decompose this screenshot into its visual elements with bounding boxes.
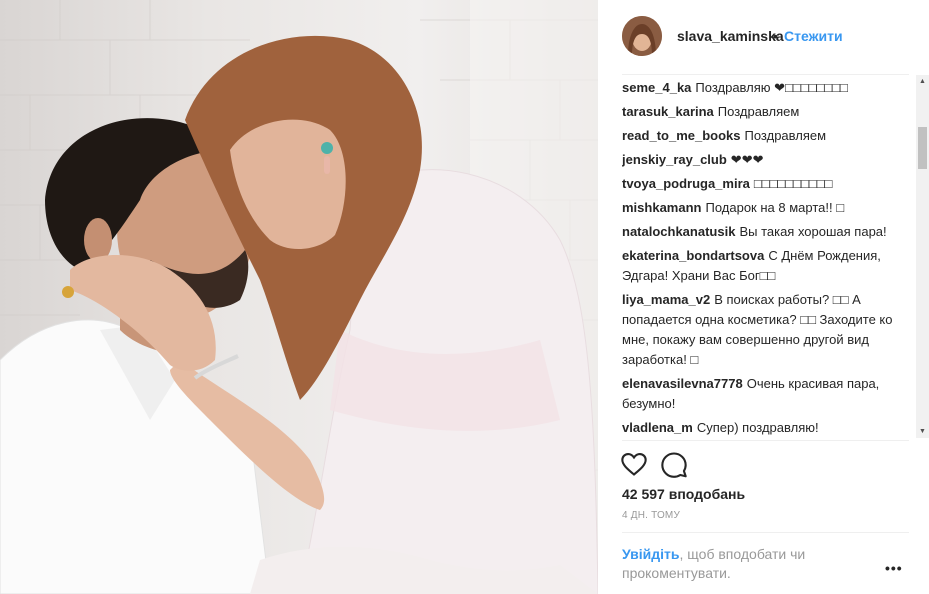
comment-item: natalochkanatusik Вы такая хорошая пара!	[622, 222, 912, 242]
divider	[622, 532, 909, 533]
comment-username[interactable]: natalochkanatusik	[622, 224, 735, 239]
post-photo[interactable]	[0, 0, 598, 594]
comment-item: mishkamann Подарок на 8 марта!! □	[622, 198, 912, 218]
comment-item: jenskiy_ray_club ❤❤❤	[622, 150, 912, 170]
comment-item: elenavasilevna7778 Очень красивая пара, б…	[622, 374, 912, 414]
comment-text: □□□□□□□□□□	[753, 176, 833, 191]
comment-username[interactable]: ekaterina_bondartsova	[622, 248, 764, 263]
comment-username[interactable]: mishkamann	[622, 200, 701, 215]
username-link[interactable]: slava_kaminska	[677, 28, 784, 44]
instagram-post: slava_kaminska • Стежити seme_4_ka Поздра…	[0, 0, 929, 594]
comment-username[interactable]: liya_mama_v2	[622, 292, 710, 307]
comment-text: ❤❤❤	[730, 152, 764, 167]
avatar-image	[622, 16, 662, 56]
comment-item: tarasuk_karina Поздравляем	[622, 102, 912, 122]
comment-username[interactable]: tvoya_podruga_mira	[622, 176, 750, 191]
comments-scrollbar[interactable]: ▲ ▼	[916, 75, 929, 438]
login-prompt: Увійдіть, щоб вподобати чи прокоментуват…	[622, 545, 842, 583]
more-options-button[interactable]: •••	[885, 560, 903, 576]
comment-username[interactable]: jenskiy_ray_club	[622, 152, 727, 167]
post-side-panel: slava_kaminska • Стежити seme_4_ka Поздра…	[598, 0, 929, 594]
comment-text: Подарок на 8 марта!! □	[705, 200, 845, 215]
comment-item: read_to_me_books Поздравляем	[622, 126, 912, 146]
divider	[622, 440, 909, 441]
comment-text: Супер) поздравляю!	[696, 420, 819, 435]
comment-item: tvoya_podruga_mira □□□□□□□□□□	[622, 174, 912, 194]
comment-item: ekaterina_bondartsova С Днём Рождения, Эд…	[622, 246, 912, 286]
photo-illustration	[0, 0, 598, 594]
comment-item: liya_mama_v2 В поисках работы? □□ А попад…	[622, 290, 912, 370]
like-button[interactable]	[620, 450, 648, 478]
scroll-down-arrow-icon[interactable]: ▼	[916, 425, 929, 438]
avatar[interactable]	[622, 16, 662, 56]
comment-username[interactable]: read_to_me_books	[622, 128, 741, 143]
comment-item: vladlena_m Супер) поздравляю!	[622, 418, 912, 438]
comment-username[interactable]: vladlena_m	[622, 420, 693, 435]
likes-count[interactable]: 42 597 вподобань	[622, 486, 745, 502]
post-timestamp[interactable]: 4 ДН. ТОМУ	[622, 510, 680, 521]
comment-username[interactable]: seme_4_ka	[622, 80, 691, 95]
speech-bubble-icon	[661, 452, 687, 478]
scroll-up-arrow-icon[interactable]: ▲	[916, 75, 929, 88]
post-header: slava_kaminska • Стежити	[598, 0, 929, 74]
scrollbar-thumb[interactable]	[918, 127, 927, 169]
comment-text: Вы такая хорошая пара!	[739, 224, 887, 239]
divider	[622, 74, 909, 75]
comment-item: seme_4_ka Поздравляю ❤□□□□□□□□	[622, 78, 912, 98]
comments-list[interactable]: seme_4_ka Поздравляю ❤□□□□□□□□ tarasuk_ka…	[622, 78, 912, 438]
separator-dot: •	[773, 28, 778, 44]
comment-text: Поздравляем	[744, 128, 827, 143]
heart-outline-icon	[621, 453, 647, 476]
comment-text: Поздравляем	[717, 104, 800, 119]
comment-username[interactable]: tarasuk_karina	[622, 104, 714, 119]
follow-button[interactable]: Стежити	[784, 28, 843, 44]
comment-text: Поздравляю ❤□□□□□□□□	[695, 80, 848, 95]
login-link[interactable]: Увійдіть	[622, 546, 680, 562]
comment-button[interactable]	[660, 450, 688, 478]
comment-username[interactable]: elenavasilevna7778	[622, 376, 743, 391]
